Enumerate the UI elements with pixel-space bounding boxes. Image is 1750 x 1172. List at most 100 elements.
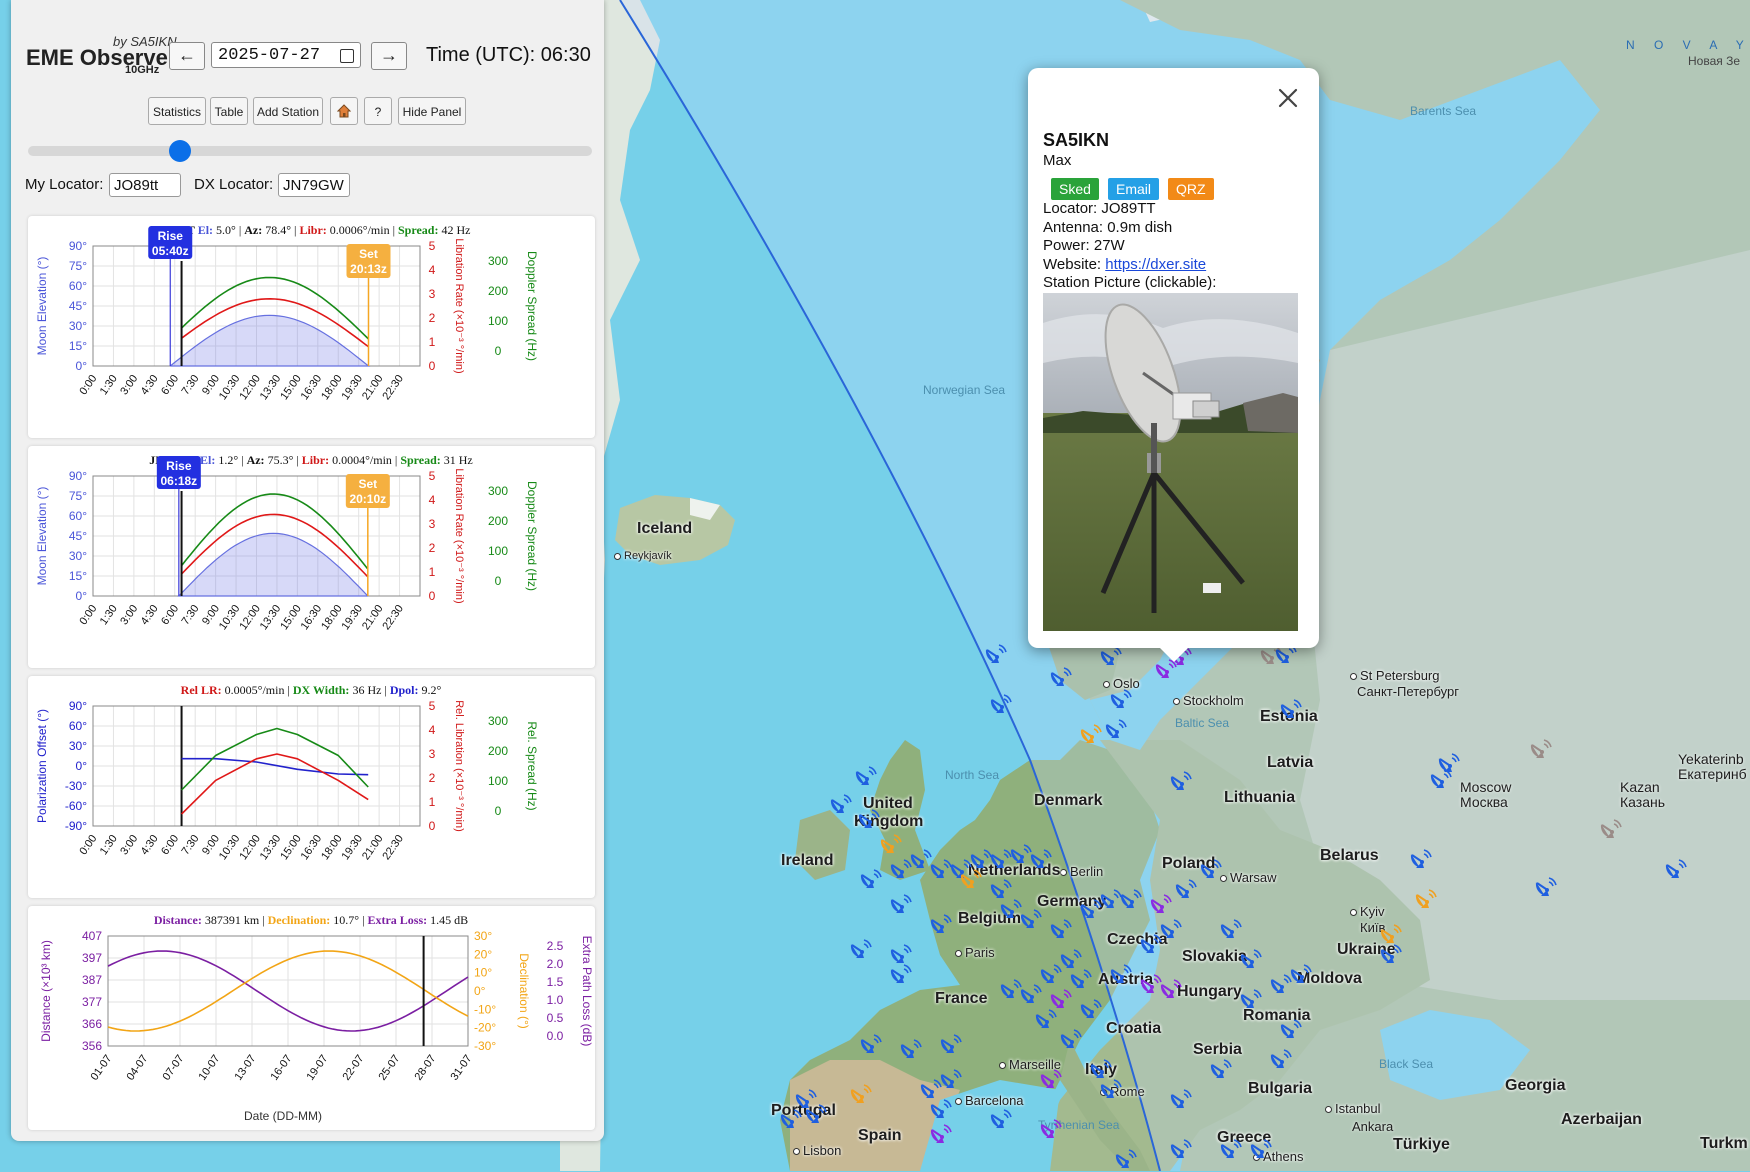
satellite-dish-icon[interactable] <box>1113 1148 1137 1172</box>
website-link[interactable]: https://dxer.site <box>1105 256 1206 273</box>
satellite-dish-icon[interactable] <box>1048 918 1072 942</box>
satellite-dish-icon[interactable] <box>1158 918 1182 942</box>
satellite-dish-icon[interactable] <box>1098 1078 1122 1102</box>
date-input[interactable]: 2025-07-27 <box>211 42 361 68</box>
y-right-tick-label: 200 <box>488 514 508 528</box>
satellite-dish-icon[interactable] <box>988 1108 1012 1132</box>
satellite-dish-icon[interactable] <box>928 913 952 937</box>
map-label-denmark: Denmark <box>1034 792 1103 809</box>
satellite-dish-icon-sked[interactable] <box>1148 893 1172 917</box>
satellite-dish-icon[interactable] <box>858 1033 882 1057</box>
email-button[interactable]: Email <box>1108 178 1160 200</box>
satellite-dish-icon[interactable] <box>888 893 912 917</box>
prev-day-button[interactable]: ← <box>169 42 205 70</box>
satellite-dish-icon[interactable] <box>888 963 912 987</box>
satellite-dish-icon[interactable] <box>1168 1138 1192 1162</box>
y-mid-axis-title: Libration Rate (×10⁻³ °/min) <box>453 468 465 603</box>
satellite-dish-icon[interactable] <box>1173 878 1197 902</box>
qrz-button[interactable]: QRZ <box>1168 178 1214 200</box>
satellite-dish-icon-inactive[interactable] <box>1598 818 1622 842</box>
satellite-dish-icon[interactable] <box>858 868 882 892</box>
my-locator-input[interactable]: JO89tt <box>109 173 181 197</box>
satellite-dish-icon[interactable] <box>1108 688 1132 712</box>
satellite-dish-icon-sked[interactable] <box>1158 978 1182 1002</box>
satellite-dish-icon[interactable] <box>1108 963 1132 987</box>
map-label-serbia: Serbia <box>1193 1041 1242 1058</box>
satellite-dish-icon-active[interactable] <box>1413 888 1437 912</box>
satellite-dish-icon[interactable] <box>1168 770 1192 794</box>
satellite-dish-icon[interactable] <box>1028 848 1052 872</box>
satellite-dish-icon-active[interactable] <box>848 1083 872 1107</box>
satellite-dish-icon-active[interactable] <box>1078 723 1102 747</box>
satellite-dish-icon[interactable] <box>1103 718 1127 742</box>
satellite-dish-icon[interactable] <box>1378 943 1402 967</box>
satellite-dish-icon[interactable] <box>1238 948 1262 972</box>
satellite-dish-icon[interactable] <box>1288 963 1312 987</box>
satellite-dish-icon[interactable] <box>1078 998 1102 1022</box>
home-button[interactable] <box>330 97 358 125</box>
next-day-button[interactable]: → <box>371 42 407 70</box>
satellite-dish-icon-sked[interactable] <box>1048 988 1072 1012</box>
map-label-kyiv: Kyiv <box>1350 904 1385 919</box>
satellite-dish-icon[interactable] <box>1248 1138 1272 1162</box>
satellite-dish-icon[interactable] <box>856 808 880 832</box>
satellite-dish-icon[interactable] <box>1018 908 1042 932</box>
satellite-dish-icon[interactable] <box>828 793 852 817</box>
satellite-dish-icon[interactable] <box>853 765 877 789</box>
satellite-dish-icon[interactable] <box>983 643 1007 667</box>
add-station-button[interactable]: Add Station <box>253 97 323 125</box>
satellite-dish-icon[interactable] <box>1278 698 1302 722</box>
satellite-dish-icon[interactable] <box>1436 752 1460 776</box>
satellite-dish-icon[interactable] <box>778 1108 802 1132</box>
y-mid-tick-label: 4 <box>429 723 436 737</box>
satellite-dish-icon[interactable] <box>1238 988 1262 1012</box>
satellite-dish-icon[interactable] <box>1663 858 1687 882</box>
table-button[interactable]: Table <box>210 97 248 125</box>
chart-dx-station: JN79GW El: 1.2° | Az: 75.3° | Libr: 0.00… <box>28 446 595 668</box>
map-label-spain: Spain <box>858 1127 902 1144</box>
y-right-axis-title: Doppler Spread (Hz) <box>525 481 539 591</box>
satellite-dish-icon[interactable] <box>938 1033 962 1057</box>
satellite-dish-icon[interactable] <box>1058 1028 1082 1052</box>
dx-locator-input[interactable]: JN79GW <box>278 173 350 197</box>
map-label-barents-sea: Barents Sea <box>1410 104 1477 118</box>
satellite-dish-icon[interactable] <box>1408 848 1432 872</box>
satellite-dish-icon[interactable] <box>998 978 1022 1002</box>
x-tick-label: 10:30 <box>217 603 243 632</box>
calendar-icon[interactable] <box>340 49 354 63</box>
satellite-dish-icon-inactive[interactable] <box>1528 738 1552 762</box>
satellite-dish-icon[interactable] <box>928 1098 952 1122</box>
satellite-dish-icon[interactable] <box>898 1038 922 1062</box>
statistics-button[interactable]: Statistics <box>148 97 206 125</box>
satellite-dish-icon-sked[interactable] <box>1038 1118 1062 1142</box>
satellite-dish-icon[interactable] <box>1198 858 1222 882</box>
time-slider-thumb[interactable] <box>169 140 192 162</box>
satellite-dish-icon[interactable] <box>848 938 872 962</box>
y-right-tick-label: 0 <box>495 344 502 358</box>
satellite-dish-icon[interactable] <box>1098 645 1122 669</box>
x-tick-label: 21:00 <box>360 833 386 862</box>
hide-panel-button[interactable]: Hide Panel <box>398 97 466 125</box>
satellite-dish-icon[interactable] <box>1208 1058 1232 1082</box>
y-right-tick-label: 300 <box>488 484 508 498</box>
satellite-dish-icon[interactable] <box>803 1103 827 1127</box>
satellite-dish-icon[interactable] <box>1533 876 1557 900</box>
satellite-dish-icon-sked[interactable] <box>928 1123 952 1147</box>
satellite-dish-icon-active[interactable] <box>878 833 902 857</box>
x-tick-label: 01-07 <box>88 1053 114 1083</box>
satellite-dish-icon[interactable] <box>1048 666 1072 690</box>
satellite-dish-icon[interactable] <box>988 693 1012 717</box>
help-button[interactable]: ? <box>364 97 392 125</box>
satellite-dish-icon[interactable] <box>1278 1018 1302 1042</box>
close-icon[interactable] <box>1276 86 1300 110</box>
satellite-dish-icon[interactable] <box>1268 1048 1292 1072</box>
station-picture[interactable] <box>1043 293 1298 631</box>
satellite-dish-icon[interactable] <box>1168 1088 1192 1112</box>
sked-button[interactable]: Sked <box>1051 178 1099 200</box>
satellite-dish-icon-sked[interactable] <box>1038 1068 1062 1092</box>
satellite-dish-icon[interactable] <box>1118 888 1142 912</box>
time-slider[interactable] <box>28 146 592 156</box>
satellite-dish-icon-active[interactable] <box>958 868 982 892</box>
satellite-dish-icon[interactable] <box>1218 1138 1242 1162</box>
satellite-dish-icon[interactable] <box>1218 918 1242 942</box>
